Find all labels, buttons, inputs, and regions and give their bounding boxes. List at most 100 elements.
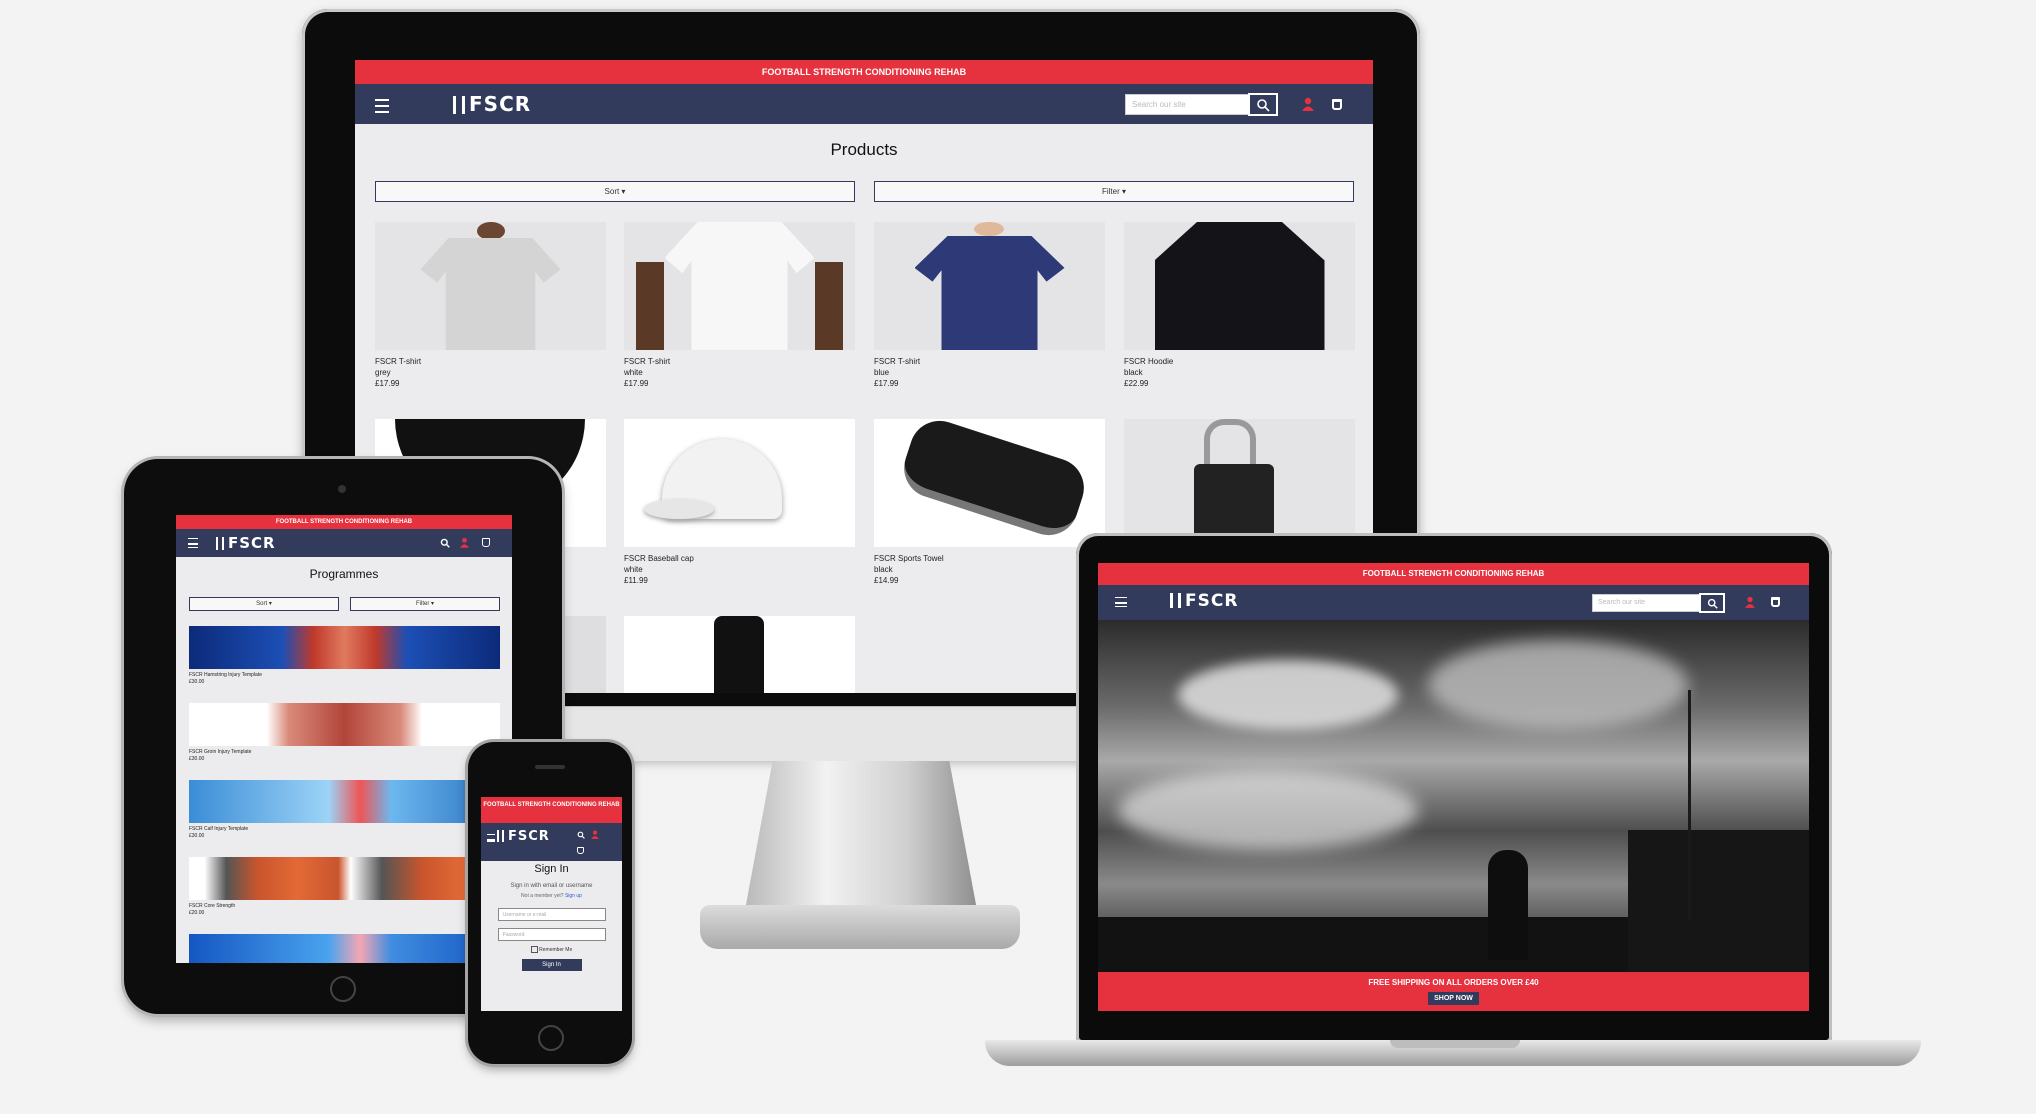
product-name: FSCR Baseball cap bbox=[624, 554, 694, 563]
search-button[interactable] bbox=[1699, 593, 1725, 613]
programme-card[interactable]: FSCR Groin Injury Template £30.00 bbox=[189, 703, 500, 763]
shop-now-button[interactable]: SHOP NOW bbox=[1428, 992, 1479, 1005]
hoodie-black bbox=[1154, 222, 1325, 350]
product-card[interactable] bbox=[624, 616, 855, 693]
product-card[interactable]: FSCR T-shirt white £17.99 bbox=[624, 222, 855, 389]
programme-image bbox=[189, 703, 500, 746]
monitor-base bbox=[700, 905, 1020, 949]
product-image bbox=[624, 419, 855, 547]
player-silhouette bbox=[1488, 850, 1528, 960]
product-price: £14.99 bbox=[874, 576, 899, 585]
search-input[interactable]: Search our site bbox=[1592, 594, 1700, 612]
programme-card[interactable]: FSCR Core Strength £20.00 bbox=[189, 857, 500, 917]
phone-speaker bbox=[535, 765, 565, 769]
tshirt-blue bbox=[914, 236, 1065, 350]
menu-icon[interactable] bbox=[188, 538, 198, 548]
search-icon bbox=[1707, 598, 1718, 609]
product-colour: black bbox=[1124, 368, 1143, 377]
logo-mark-icon bbox=[216, 537, 224, 550]
programme-card[interactable] bbox=[189, 934, 500, 963]
page-title: Products bbox=[830, 140, 898, 159]
product-colour: white bbox=[624, 368, 643, 377]
top-banner: FOOTBALL STRENGTH CONDITIONING REHAB bbox=[481, 797, 622, 823]
product-name: FSCR T-shirt bbox=[624, 357, 671, 366]
flag-pole bbox=[1688, 690, 1691, 920]
programme-name: FSCR Hamstring Injury Template bbox=[189, 672, 262, 678]
search-input[interactable]: Search our site bbox=[1125, 94, 1249, 115]
programme-image bbox=[189, 857, 500, 900]
product-image bbox=[375, 222, 606, 350]
product-image bbox=[624, 616, 855, 693]
menu-icon[interactable] bbox=[487, 834, 495, 842]
programme-price: £30.00 bbox=[189, 756, 205, 762]
product-colour: black bbox=[874, 565, 893, 574]
product-card[interactable] bbox=[1124, 419, 1355, 547]
site-logo[interactable]: FSCR bbox=[453, 92, 531, 116]
site-logo[interactable]: FSCR bbox=[497, 829, 550, 844]
cart-icon[interactable] bbox=[482, 538, 490, 547]
password-input[interactable]: Password bbox=[497, 928, 606, 941]
tablet-screen: FOOTBALL STRENGTH CONDITIONING REHAB FSC… bbox=[176, 515, 512, 963]
product-image bbox=[624, 222, 855, 350]
programme-price: £30.00 bbox=[189, 833, 205, 839]
sort-dropdown[interactable]: Sort ▾ bbox=[189, 597, 339, 611]
page-title: Sign In bbox=[534, 863, 569, 875]
product-card[interactable]: FSCR Sports Towel black £14.99 bbox=[874, 419, 1105, 586]
filter-dropdown[interactable]: Filter ▾ bbox=[350, 597, 500, 611]
towel-black bbox=[896, 419, 1092, 543]
cart-icon[interactable] bbox=[577, 847, 584, 854]
grandstand bbox=[1628, 830, 1809, 972]
phone-screen: FOOTBALL STRENGTH CONDITIONING REHAB FSC… bbox=[481, 797, 622, 1011]
product-price: £17.99 bbox=[375, 379, 400, 388]
product-price: £11.99 bbox=[624, 576, 648, 585]
account-icon[interactable] bbox=[1302, 97, 1314, 111]
product-name: FSCR T-shirt bbox=[375, 357, 422, 366]
signin-subtitle: Sign in with email or username bbox=[510, 883, 593, 889]
programme-name: FSCR Core Strength bbox=[189, 903, 236, 909]
product-price: £17.99 bbox=[624, 379, 649, 388]
username-input[interactable]: Username or e-mail bbox=[497, 908, 606, 921]
tablet-home-button bbox=[330, 976, 356, 1002]
product-image bbox=[874, 419, 1105, 547]
product-price: £17.99 bbox=[874, 379, 899, 388]
logo-mark-icon bbox=[497, 830, 504, 842]
product-card[interactable]: FSCR T-shirt blue £17.99 bbox=[874, 222, 1105, 389]
search-button[interactable] bbox=[1248, 93, 1278, 116]
product-card[interactable]: FSCR Hoodie black £22.99 bbox=[1124, 222, 1355, 389]
product-card[interactable]: FSCR T-shirt grey £17.99 bbox=[375, 222, 606, 389]
programme-image bbox=[189, 934, 500, 963]
product-card[interactable]: FSCR Baseball cap white £11.99 bbox=[624, 419, 855, 586]
programme-image bbox=[189, 626, 500, 669]
signin-button[interactable]: Sign In bbox=[521, 959, 582, 971]
product-image bbox=[1124, 222, 1355, 350]
remember-checkbox[interactable] bbox=[530, 946, 538, 953]
product-name: FSCR Hoodie bbox=[1124, 357, 1174, 366]
programme-price: £30.00 bbox=[189, 679, 205, 685]
site-logo[interactable]: FSCR bbox=[216, 534, 276, 552]
product-image bbox=[874, 222, 1105, 350]
search-icon[interactable] bbox=[577, 831, 585, 839]
hero-image bbox=[1098, 620, 1809, 972]
product-colour: blue bbox=[874, 368, 890, 377]
logo-mark-icon bbox=[1170, 593, 1181, 608]
filter-dropdown[interactable]: Filter ▾ bbox=[874, 181, 1354, 202]
account-icon[interactable] bbox=[591, 830, 599, 839]
cart-icon[interactable] bbox=[1771, 597, 1780, 607]
site-logo[interactable]: FSCR bbox=[1170, 591, 1238, 611]
account-icon[interactable] bbox=[1745, 596, 1755, 608]
signup-link[interactable]: Sign up bbox=[565, 893, 582, 899]
account-icon[interactable] bbox=[460, 537, 469, 548]
search-icon bbox=[1257, 99, 1270, 112]
logo-mark-icon bbox=[453, 96, 465, 114]
cart-icon[interactable] bbox=[1332, 99, 1342, 110]
tablet-camera bbox=[338, 485, 346, 493]
search-icon[interactable] bbox=[440, 538, 450, 548]
sort-dropdown[interactable]: Sort ▾ bbox=[375, 181, 855, 202]
programme-card[interactable]: FSCR Calf Injury Template £30.00 bbox=[189, 780, 500, 840]
product-image bbox=[1124, 419, 1355, 547]
menu-icon[interactable] bbox=[1115, 597, 1127, 607]
signup-prompt: Not a member yet? bbox=[521, 893, 564, 899]
menu-icon[interactable] bbox=[375, 99, 389, 113]
programme-card[interactable]: FSCR Hamstring Injury Template £30.00 bbox=[189, 626, 500, 686]
shipping-text: FREE SHIPPING ON ALL ORDERS OVER £40 bbox=[1368, 978, 1539, 987]
